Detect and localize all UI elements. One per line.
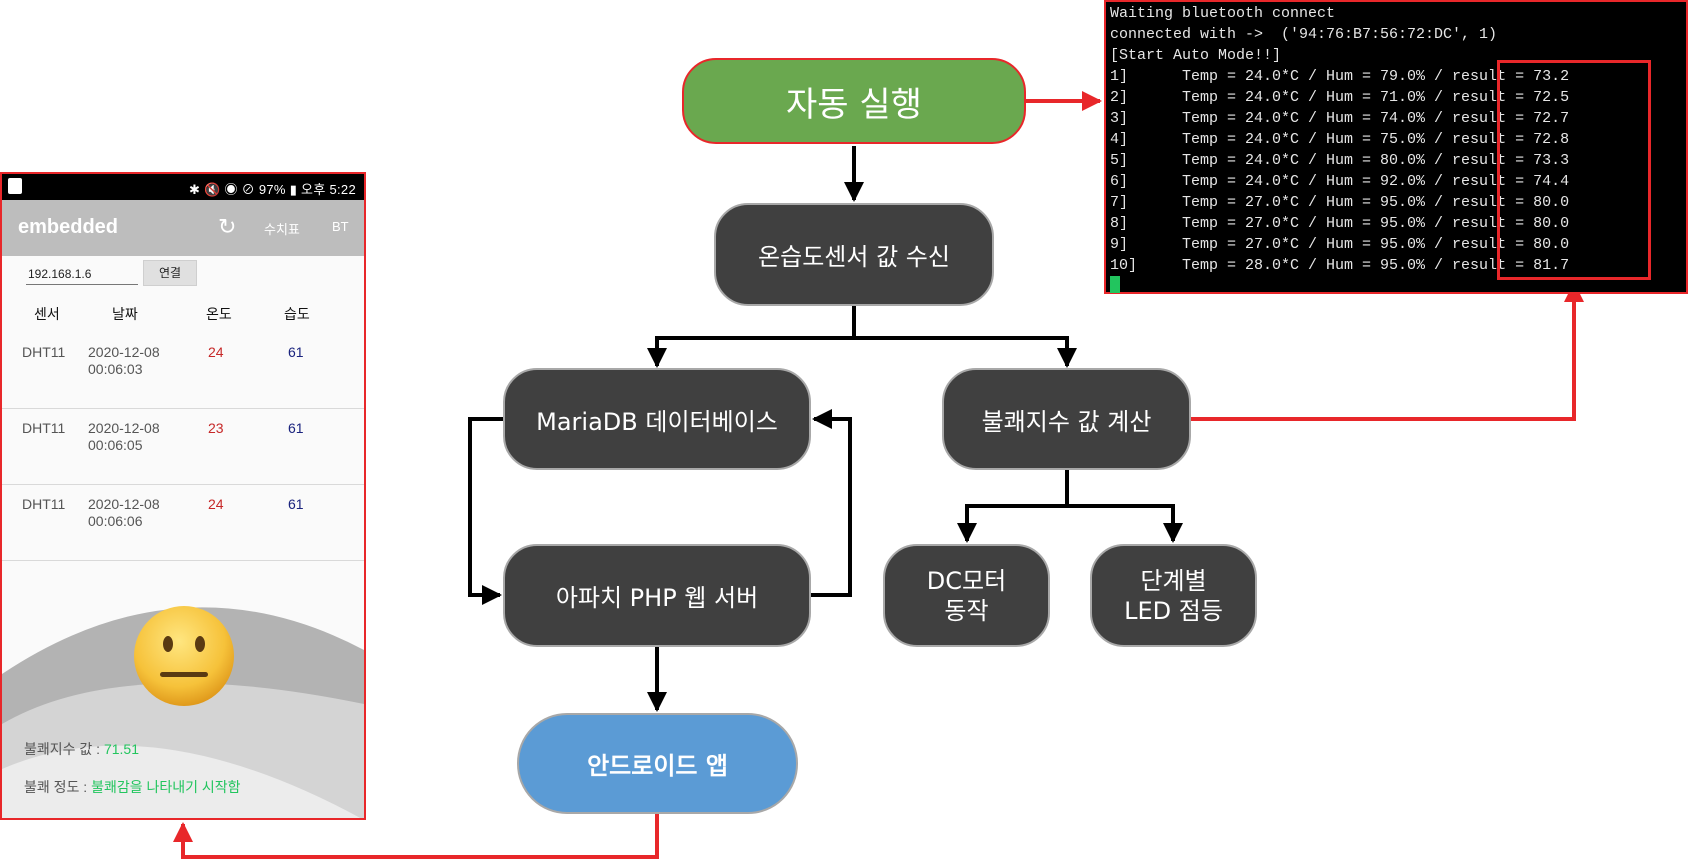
node-android-app: 안드로이드 앱 bbox=[517, 713, 798, 814]
cell-date: 2020-12-08 00:06:06 bbox=[88, 496, 160, 529]
discomfort-index-line: 불쾌지수 값 : 71.51 bbox=[24, 739, 139, 759]
level-label: 불쾌 정도 : bbox=[24, 779, 92, 795]
cell-hum: 61 bbox=[288, 496, 304, 512]
level-value: 불쾌감을 나타내기 시작함 bbox=[91, 779, 241, 795]
arrow-discomfort-to-led bbox=[1067, 504, 1183, 543]
terminal-line: [Start Auto Mode!!] bbox=[1110, 47, 1282, 64]
cell-hum: 61 bbox=[288, 420, 304, 436]
cell-sensor: DHT11 bbox=[22, 420, 66, 436]
terminal-cursor bbox=[1110, 276, 1120, 293]
node-led: 단계별 LED 점등 bbox=[1090, 544, 1257, 647]
connect-button[interactable]: 연결 bbox=[143, 260, 197, 286]
dc-motor-line-1: DC모터 bbox=[926, 566, 1007, 595]
bt-menu-button[interactable]: BT bbox=[332, 219, 349, 234]
cell-sensor: DHT11 bbox=[22, 344, 66, 360]
table-row[interactable]: DHT11 2020-12-08 00:06:06 24 61 bbox=[2, 484, 364, 561]
cell-temp: 24 bbox=[208, 344, 224, 360]
app-bar: embedded ↻ 수치표 BT bbox=[2, 200, 364, 256]
refresh-icon[interactable]: ↻ bbox=[218, 214, 236, 240]
header-date: 날짜 bbox=[112, 306, 138, 322]
cell-temp: 24 bbox=[208, 496, 224, 512]
node-discomfort-calc: 불쾌지수 값 계산 bbox=[942, 368, 1191, 470]
status-indicators: ✱ 🔇 ◉ ⊘ 97% ▮ 오후 5:22 bbox=[188, 182, 356, 197]
led-line-1: 단계별 bbox=[1140, 566, 1207, 595]
result-highlight-box bbox=[1497, 60, 1651, 280]
table-row[interactable]: DHT11 2020-12-08 00:06:03 24 61 bbox=[2, 332, 364, 409]
app-title: embedded bbox=[18, 216, 119, 238]
led-line-2: LED 점등 bbox=[1124, 596, 1223, 625]
node-auto-run: 자동 실행 bbox=[682, 58, 1026, 144]
cell-hum: 61 bbox=[288, 344, 304, 360]
red-arrow-android-to-phone bbox=[173, 814, 659, 859]
arrow-sensor-to-discomfort bbox=[854, 336, 1077, 368]
header-temp: 온도 bbox=[206, 306, 232, 322]
red-arrow-discomfort-to-results bbox=[1191, 282, 1584, 421]
node-mariadb: MariaDB 데이터베이스 bbox=[503, 368, 811, 470]
node-dc-motor: DC모터 동작 bbox=[883, 544, 1050, 647]
arrow-mariadb-to-apache bbox=[468, 417, 503, 605]
header-sensor: 센서 bbox=[34, 306, 60, 322]
ip-address-input[interactable] bbox=[26, 264, 138, 285]
discomfort-level-line: 불쾌 정도 : 불쾌감을 나타내기 시작함 bbox=[24, 777, 241, 797]
dc-motor-line-2: 동작 bbox=[944, 596, 989, 625]
index-value: 71.51 bbox=[103, 741, 140, 757]
table-menu-button[interactable]: 수치표 bbox=[264, 219, 300, 238]
node-sensor-receive: 온습도센서 값 수신 bbox=[714, 203, 994, 306]
notification-icon bbox=[8, 178, 22, 194]
status-bar: ✱ 🔇 ◉ ⊘ 97% ▮ 오후 5:22 bbox=[2, 174, 364, 200]
node-apache-php: 아파치 PHP 웹 서버 bbox=[503, 544, 811, 647]
arrow-discomfort-to-dcmotor bbox=[957, 470, 1069, 543]
arrow-apache-to-mariadb bbox=[811, 409, 852, 597]
android-phone-screenshot: ✱ 🔇 ◉ ⊘ 97% ▮ 오후 5:22 embedded ↻ 수치표 BT … bbox=[0, 172, 366, 820]
cell-temp: 23 bbox=[208, 420, 224, 436]
terminal-line: Waiting bluetooth connect bbox=[1110, 5, 1336, 22]
terminal-line: connected with -> ('94:76:B7:56:72:DC', … bbox=[1110, 26, 1498, 43]
arrow-sensor-to-mariadb bbox=[647, 306, 856, 368]
cell-date: 2020-12-08 00:06:05 bbox=[88, 420, 160, 453]
neutral-face-icon bbox=[134, 606, 234, 706]
table-row[interactable]: DHT11 2020-12-08 00:06:05 23 61 bbox=[2, 408, 364, 485]
header-hum: 습도 bbox=[284, 306, 310, 322]
index-label: 불쾌지수 값 : bbox=[24, 741, 104, 757]
cell-sensor: DHT11 bbox=[22, 496, 66, 512]
cell-date: 2020-12-08 00:06:03 bbox=[88, 344, 160, 377]
